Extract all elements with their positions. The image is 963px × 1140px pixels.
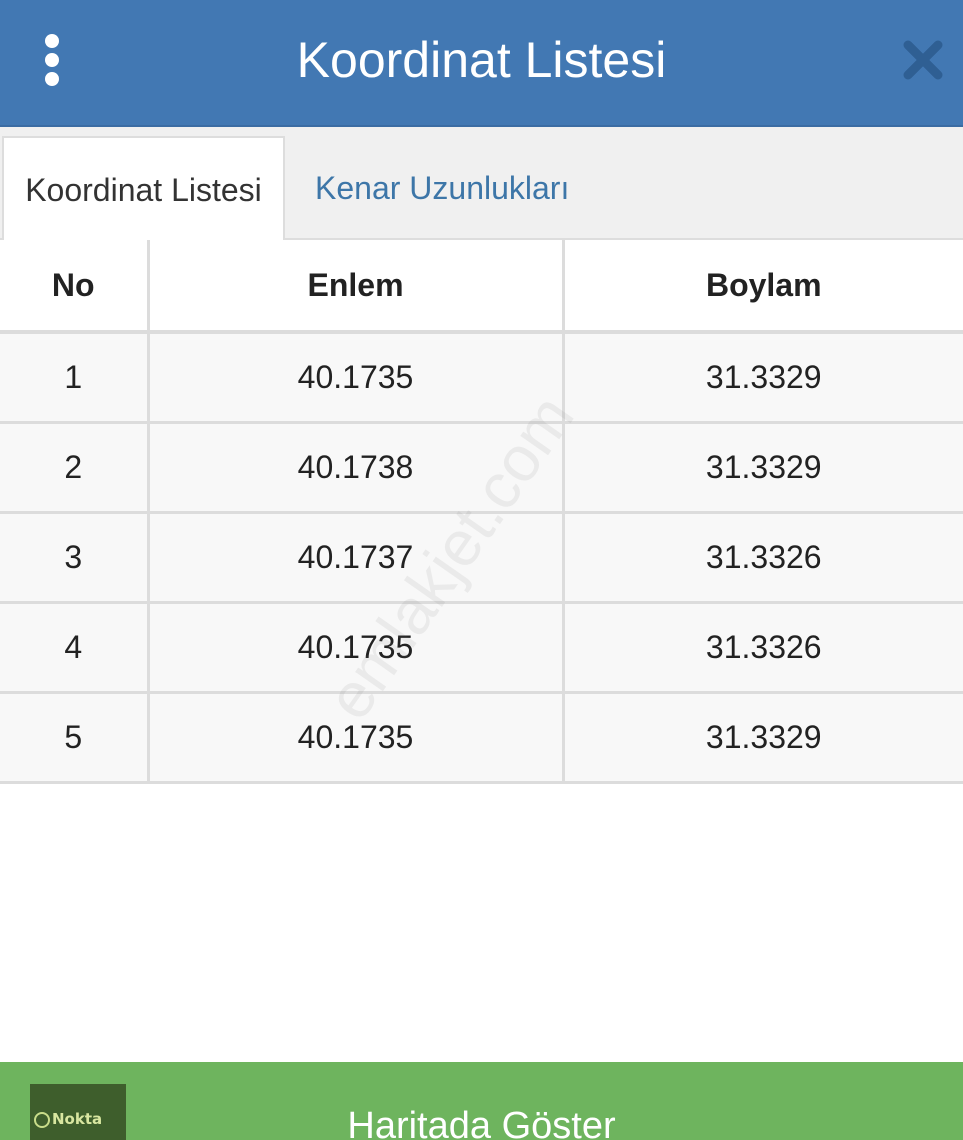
logo-mark-icon — [34, 1112, 50, 1128]
longitude-cell: 31.3329 — [563, 692, 963, 784]
column-header-enlem: Enlem — [148, 240, 565, 334]
latitude-cell: 40.1737 — [148, 512, 565, 604]
close-button[interactable] — [901, 38, 945, 82]
table-row: 1 40.1735 31.3329 — [0, 332, 963, 424]
tab-bar: Koordinat Listesi Kenar Uzunlukları — [0, 127, 963, 240]
tab-koordinat-listesi[interactable]: Koordinat Listesi — [2, 136, 285, 240]
coordinate-list-screen: Koordinat Listesi Koordinat Listesi Kena… — [0, 0, 963, 1140]
logo-text: Nokta — [52, 1110, 103, 1128]
nokta-logo: Nokta — [30, 1084, 126, 1140]
column-header-no: No — [0, 240, 150, 334]
column-header-boylam: Boylam — [563, 240, 963, 334]
longitude-cell: 31.3326 — [563, 512, 963, 604]
latitude-cell: 40.1735 — [148, 692, 565, 784]
close-icon — [903, 40, 943, 80]
longitude-cell: 31.3329 — [563, 332, 963, 424]
longitude-cell: 31.3326 — [563, 602, 963, 694]
table-header-row: No Enlem Boylam — [0, 240, 963, 334]
table-row: 3 40.1737 31.3326 — [0, 512, 963, 604]
row-number: 1 — [0, 332, 150, 424]
table-row: 2 40.1738 31.3329 — [0, 422, 963, 514]
row-number: 5 — [0, 692, 150, 784]
row-number: 3 — [0, 512, 150, 604]
show-on-map-button[interactable]: Nokta Haritada Göster — [0, 1062, 963, 1140]
longitude-cell: 31.3329 — [563, 422, 963, 514]
coordinate-table: No Enlem Boylam 1 40.1735 31.3329 2 40.1… — [0, 240, 963, 784]
table-row: 4 40.1735 31.3326 — [0, 602, 963, 694]
row-number: 4 — [0, 602, 150, 694]
latitude-cell: 40.1738 — [148, 422, 565, 514]
table-row: 5 40.1735 31.3329 — [0, 692, 963, 784]
latitude-cell: 40.1735 — [148, 602, 565, 694]
header-bar: Koordinat Listesi — [0, 0, 963, 127]
menu-button[interactable] — [30, 30, 74, 90]
row-number: 2 — [0, 422, 150, 514]
tab-kenar-uzunluklari[interactable]: Kenar Uzunlukları — [315, 136, 569, 240]
coordinate-table-container: No Enlem Boylam 1 40.1735 31.3329 2 40.1… — [0, 240, 963, 784]
page-title: Koordinat Listesi — [296, 32, 667, 88]
latitude-cell: 40.1735 — [148, 332, 565, 424]
show-on-map-label: Haritada Göster — [347, 1105, 616, 1140]
